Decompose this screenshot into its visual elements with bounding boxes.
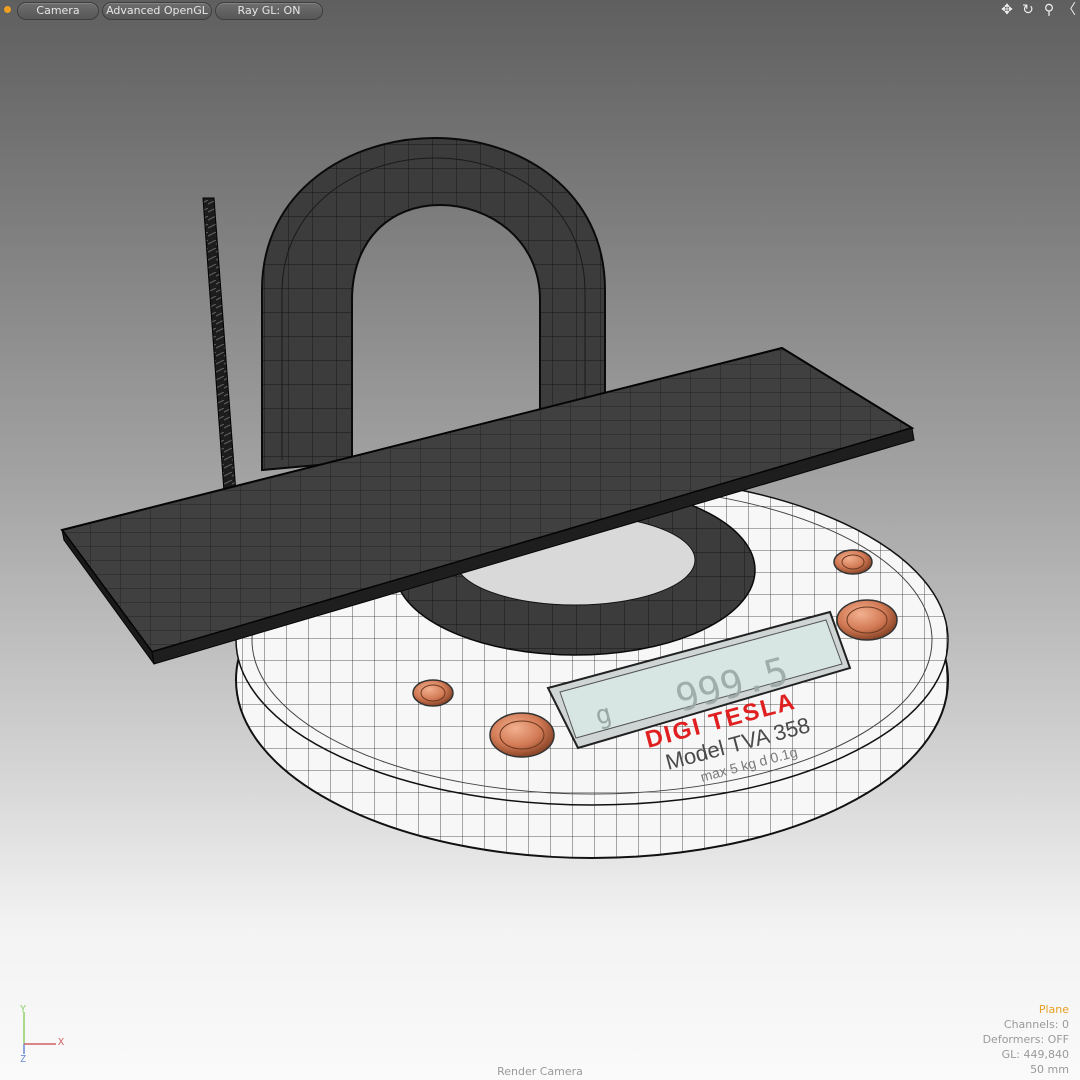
focal-length: 50 mm xyxy=(1030,1063,1069,1076)
viewport-menu-icon[interactable] xyxy=(4,6,11,13)
gl-poly-count: GL: 449,840 xyxy=(1001,1048,1069,1061)
camera-button[interactable]: Camera xyxy=(17,2,99,20)
zoom-icon[interactable]: ⚲ xyxy=(1040,1,1058,19)
ray-gl-button[interactable]: Ray GL: ON xyxy=(215,2,323,20)
camera-name: Render Camera xyxy=(497,1065,583,1078)
threaded-rod xyxy=(202,197,239,521)
rotate-icon[interactable]: ↻ xyxy=(1019,1,1037,19)
viewport-toolbar: Camera Advanced OpenGL Ray GL: ON ✥ ↻ ⚲ … xyxy=(0,0,1080,22)
axis-y-label: Y xyxy=(20,1004,27,1015)
button-left-small xyxy=(412,679,454,707)
axis-z-label: Z xyxy=(20,1054,27,1065)
maximize-icon[interactable]: 〈 xyxy=(1060,1,1078,19)
move-icon[interactable]: ✥ xyxy=(998,1,1016,19)
channels-info: Channels: 0 xyxy=(1003,1018,1069,1031)
axis-x-label: X xyxy=(58,1037,65,1048)
shading-mode-button[interactable]: Advanced OpenGL xyxy=(102,2,212,20)
3d-viewport[interactable]: 999.5 g DIGI TESLA Model TVA 358 max 5 k… xyxy=(0,0,1080,1080)
deformers-info: Deformers: OFF xyxy=(982,1033,1069,1046)
axis-gizmo xyxy=(23,1012,56,1054)
selected-item-name: Plane xyxy=(1038,1003,1069,1016)
button-right-small xyxy=(833,549,873,575)
button-right-large xyxy=(836,599,898,641)
